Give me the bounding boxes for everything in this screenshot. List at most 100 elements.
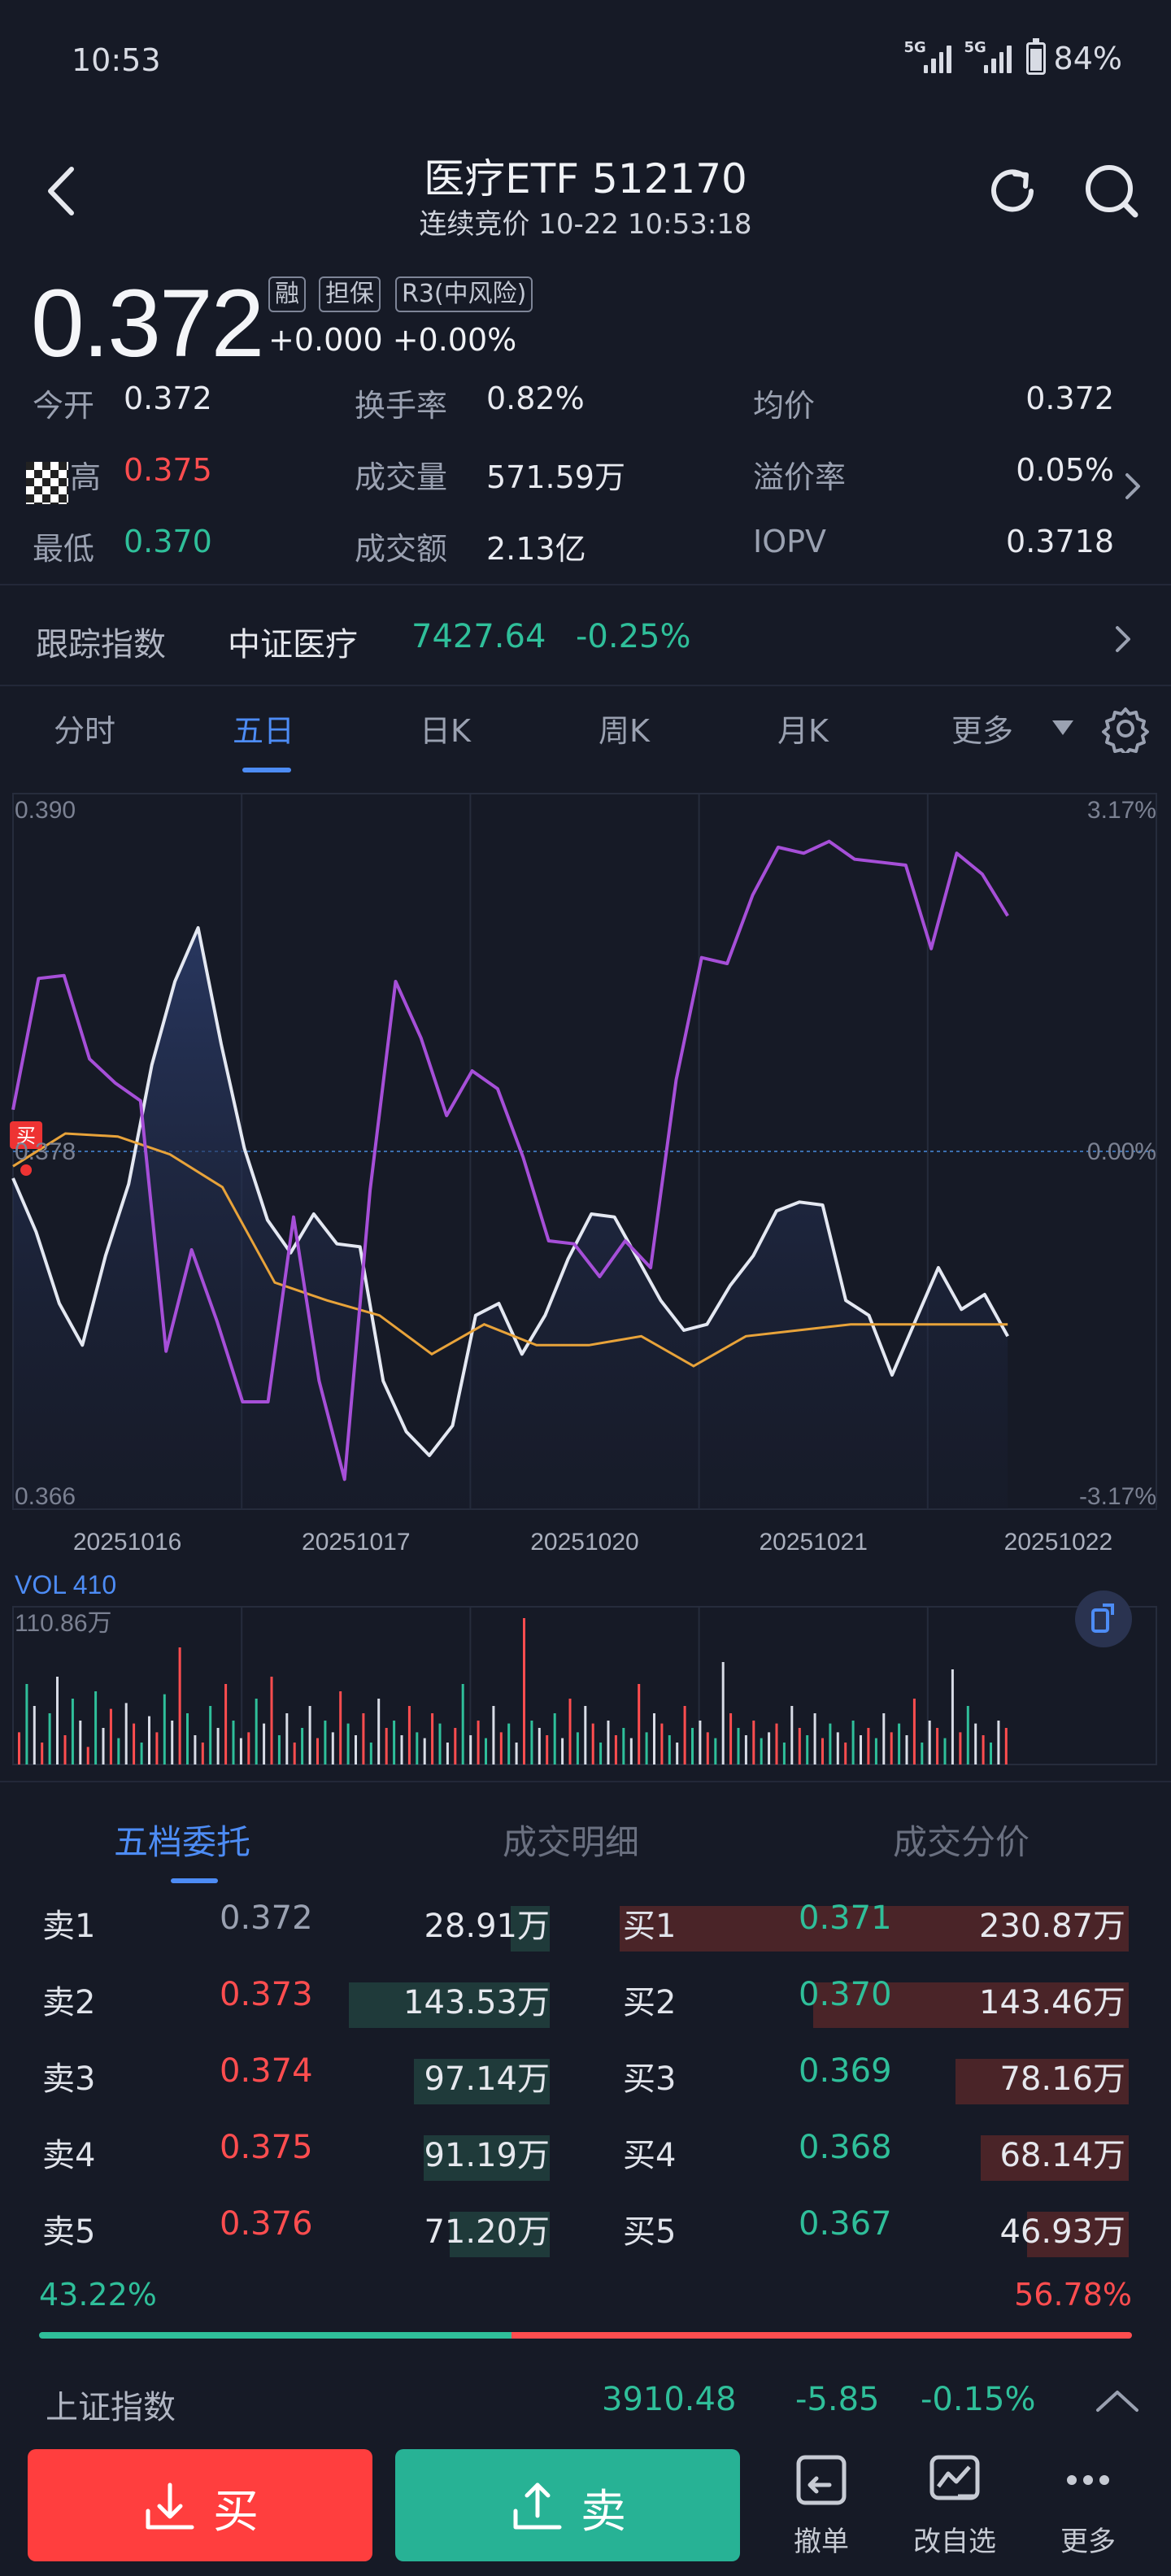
stat-value: 0.370	[124, 524, 212, 559]
volume-bar	[33, 1706, 36, 1764]
volume-bar	[699, 1721, 702, 1764]
stat-label: IOPV	[753, 524, 827, 559]
tab-price-distribution[interactable]: 成交分价	[893, 1815, 1030, 1865]
ask-volume: 28.91万	[424, 1908, 550, 1945]
ask-price: 0.375	[220, 2129, 313, 2166]
stat-value: 0.3718	[1006, 524, 1114, 559]
tracking-label: 跟踪指数	[36, 626, 166, 664]
settings-gear-icon[interactable]	[1101, 704, 1150, 753]
tab-monthly-k[interactable]: 月K	[777, 706, 829, 751]
index-name: 上证指数	[46, 2389, 176, 2426]
volume-bar	[56, 1677, 59, 1764]
volume-bar	[752, 1721, 755, 1764]
battery-icon	[1025, 38, 1046, 75]
signal-icon: 5G	[904, 39, 951, 73]
volume-bar	[461, 1684, 464, 1764]
more-button[interactable]: 更多	[1039, 2449, 1137, 2563]
cancel-order-label: 撤单	[794, 2526, 849, 2558]
volume-bar	[538, 1728, 541, 1764]
rotate-screen-button[interactable]	[1075, 1590, 1132, 1647]
volume-bar	[48, 1713, 51, 1764]
bid-level-label: 买2	[623, 1984, 677, 2021]
tab-trade-detail[interactable]: 成交明细	[503, 1815, 639, 1865]
qr-icon[interactable]	[26, 462, 68, 504]
volume-bar	[94, 1691, 98, 1764]
tab-daily-k[interactable]: 日K	[420, 706, 471, 751]
volume-max-label: 110.86万	[15, 1610, 112, 1637]
x-axis-date-label: 20251022	[1004, 1529, 1112, 1556]
more-stats-button[interactable]	[1121, 470, 1145, 503]
volume-bar	[729, 1713, 733, 1764]
edit-watchlist-button[interactable]: 改自选	[906, 2449, 1003, 2563]
volume-bar	[477, 1721, 480, 1764]
stat-label: 成交额	[355, 531, 448, 567]
ask-price: 0.376	[220, 2205, 313, 2243]
volume-bar	[400, 1735, 403, 1764]
volume-bar	[629, 1738, 633, 1764]
volume-bar	[591, 1723, 594, 1764]
ask-volume: 91.19万	[424, 2137, 550, 2174]
chevron-up-icon[interactable]	[1095, 2387, 1140, 2413]
index-change: -5.85	[795, 2381, 880, 2418]
bid-volume: 143.46万	[979, 1984, 1125, 2021]
volume-bar	[263, 1723, 266, 1764]
search-button[interactable]	[1082, 161, 1142, 221]
ask-price: 0.373	[220, 1976, 313, 2013]
volume-bar	[224, 1684, 228, 1764]
sell-label: 卖	[581, 2486, 626, 2539]
volume-label: VOL 410	[15, 1570, 116, 1599]
volume-bar	[63, 1735, 67, 1764]
volume-bar	[905, 1735, 908, 1764]
index-change-pct: -0.15%	[921, 2381, 1036, 2418]
volume-bar	[469, 1735, 472, 1764]
dropdown-triangle-icon[interactable]	[1051, 719, 1075, 737]
stat-value: 2.13亿	[486, 531, 586, 567]
buy-button[interactable]: 买	[28, 2449, 372, 2561]
volume-bar	[194, 1735, 197, 1764]
ask-volume: 97.14万	[424, 2060, 550, 2098]
chevron-right-icon	[1116, 626, 1130, 652]
volume-bar	[959, 1732, 962, 1764]
volume-bar	[148, 1716, 150, 1764]
tab-order-book[interactable]: 五档委托	[114, 1815, 250, 1865]
volume-bar	[653, 1713, 655, 1764]
volume-bar	[721, 1662, 725, 1764]
volume-bar	[438, 1723, 442, 1764]
volume-bar	[393, 1721, 396, 1764]
refresh-button[interactable]	[984, 163, 1041, 220]
tracking-index-row[interactable]: 跟踪指数 中证医疗 7427.64 -0.25%	[0, 594, 1171, 683]
volume-bar	[706, 1732, 709, 1764]
volume-bar	[523, 1618, 525, 1764]
buy-marker-dot	[20, 1164, 33, 1176]
cancel-order-icon	[796, 2455, 847, 2505]
tab-five-day[interactable]: 五日	[233, 706, 294, 751]
volume-bar	[178, 1647, 181, 1764]
five-day-chart[interactable]: 买 0.3900.3780.3663.17%0.00%-3.17%2025101…	[0, 777, 1171, 1769]
bid-level-label: 买3	[623, 2060, 677, 2098]
stat-label: 今开	[33, 388, 95, 424]
bid-level-label: 买5	[623, 2213, 677, 2251]
market-index-bar[interactable]: 上证指数 3910.48 -5.85 -0.15%	[0, 2358, 1171, 2431]
volume-bar	[668, 1735, 671, 1764]
bid-volume: 230.87万	[979, 1908, 1125, 1945]
stat-label: 成交量	[355, 459, 448, 495]
bid-level-label: 买4	[623, 2137, 677, 2174]
volume-bar	[599, 1743, 603, 1764]
tab-intraday[interactable]: 分时	[54, 706, 115, 751]
volume-bar	[216, 1728, 220, 1764]
sell-button[interactable]: 卖	[395, 2449, 740, 2561]
volume-bar	[339, 1691, 342, 1764]
ask-level-label: 卖1	[42, 1908, 96, 1945]
volume-bar	[813, 1713, 816, 1764]
volume-bar	[346, 1723, 350, 1764]
stat-label: 最低	[33, 531, 95, 567]
tab-more[interactable]: 更多	[951, 706, 1013, 751]
cancel-order-button[interactable]: 撤单	[773, 2449, 870, 2563]
volume-bar	[362, 1713, 365, 1764]
ask-price: 0.372	[220, 1899, 313, 1937]
volume-bar	[369, 1743, 372, 1764]
volume-bar	[867, 1728, 870, 1764]
tab-weekly-k[interactable]: 周K	[599, 706, 650, 751]
volume-bar	[928, 1721, 931, 1764]
x-axis-date-label: 20251021	[759, 1529, 867, 1556]
